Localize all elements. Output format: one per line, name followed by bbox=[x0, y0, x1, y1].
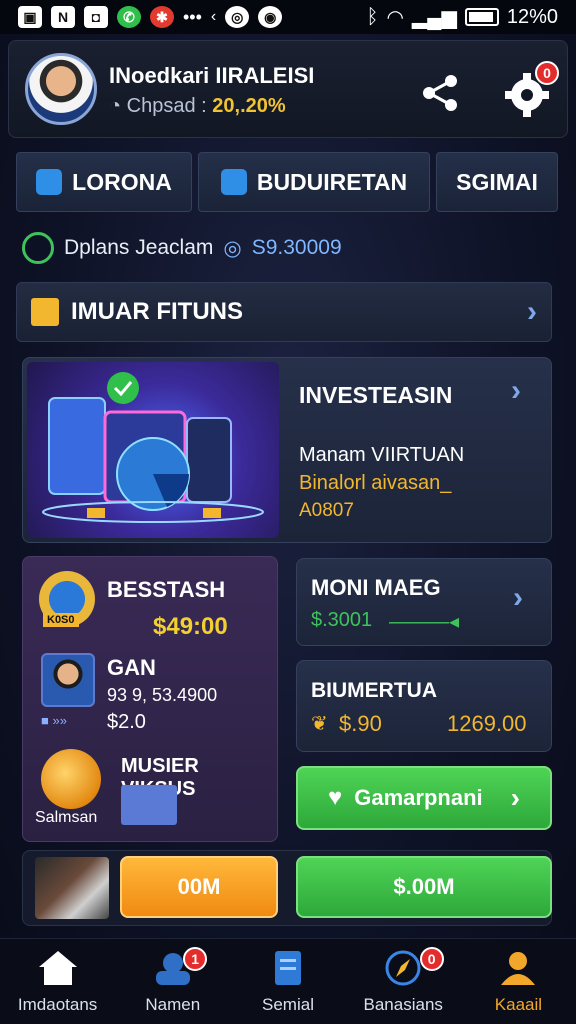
signal-icon: ‹ bbox=[210, 8, 217, 25]
notification-icon: ▣ bbox=[18, 6, 42, 28]
arrow-left-icon: ———◂ bbox=[389, 611, 460, 633]
tab-label: BUDUIRETAN bbox=[256, 168, 408, 195]
status-time: 12%0 bbox=[506, 5, 558, 28]
profile-stat-value: 20,.20% bbox=[212, 95, 286, 117]
medal-label: K0S0 bbox=[43, 613, 79, 627]
nav-badge: 0 bbox=[419, 947, 444, 971]
nav-label: Imdaotans bbox=[17, 994, 98, 1014]
nav-label: Banasians bbox=[363, 994, 443, 1014]
card2-value-left: $.90 bbox=[339, 711, 382, 736]
green-button-label: Gamarpnani bbox=[354, 785, 483, 810]
nav-item-namen[interactable]: 1 Namen bbox=[115, 939, 230, 1024]
item1-value: $49:00 bbox=[153, 613, 228, 640]
heart-icon: ♥ bbox=[328, 784, 343, 811]
nav-label: Semial bbox=[262, 994, 314, 1014]
item2-line: 93 9, 53.4900 bbox=[107, 685, 218, 705]
coin-icon: ◎ bbox=[223, 236, 242, 260]
chevron-right-icon: › bbox=[527, 295, 537, 328]
nav-label: Namen bbox=[145, 994, 201, 1014]
balance-value: S9.30009 bbox=[251, 236, 342, 259]
profile-icon bbox=[501, 951, 536, 985]
camera-icon bbox=[220, 169, 247, 195]
orange-button[interactable]: 00M bbox=[120, 856, 278, 918]
tab-buduiretan[interactable]: BUDUIRETAN bbox=[198, 152, 430, 212]
invest-line2: Binalorl aivasan_ bbox=[299, 472, 452, 494]
tab-label: SGIMAI bbox=[456, 168, 538, 195]
card1-value: $.3001 bbox=[311, 609, 373, 631]
balance-row: Dplans Jeaclam ◎ S9.30009 bbox=[22, 232, 342, 264]
avatar bbox=[41, 653, 95, 707]
chevron-right-icon: › bbox=[510, 782, 520, 813]
netflix-icon: N bbox=[51, 6, 75, 28]
bluetooth-icon: ᛒ bbox=[366, 5, 379, 28]
arrows-icon: ■ »» bbox=[41, 713, 67, 728]
invest-illustration bbox=[27, 362, 279, 538]
invest-line3: A0807 bbox=[299, 500, 354, 521]
item2-title: GAN bbox=[107, 655, 156, 680]
features-banner[interactable]: IMUAR FITUNS › bbox=[16, 282, 552, 342]
gamarpnani-button[interactable]: ♥ Gamarpnani › bbox=[296, 766, 552, 830]
item3-caption: Salmsan bbox=[35, 809, 98, 826]
moni-card[interactable]: MONI MAEG $.3001 ———◂ › bbox=[296, 558, 552, 646]
wifi-icon: ◠ bbox=[386, 6, 404, 29]
nav-label: Kaaail bbox=[494, 994, 543, 1014]
card1-title: MONI MAEG bbox=[311, 575, 441, 600]
status-bar: ▣ N ◘ ✆ ✱ ••• ‹ ◎ ◉ ᛒ ◠ ▂▄▆ 12%0 bbox=[0, 0, 576, 34]
biumertua-card[interactable]: BIUMERTUA ❦ $.90 1269.00 bbox=[296, 660, 552, 752]
more-dots-icon: ••• bbox=[183, 6, 202, 27]
home-icon bbox=[38, 950, 77, 985]
checkbox-icon bbox=[31, 298, 59, 326]
avatar[interactable] bbox=[25, 53, 97, 125]
nav-item-banasians[interactable]: 0 Banasians bbox=[346, 939, 461, 1024]
sync-icon: ◎ bbox=[225, 6, 250, 28]
cell-signal-icon: ▂▄▆ bbox=[411, 6, 457, 29]
phones-illustration bbox=[42, 372, 264, 523]
vpn-icon: ◉ bbox=[258, 6, 283, 28]
id-card-icon bbox=[121, 785, 177, 825]
banner-title: IMUAR FITUNS bbox=[71, 298, 243, 325]
whatsapp-icon: ✆ bbox=[117, 6, 141, 28]
card2-value-right: 1269.00 bbox=[447, 711, 527, 736]
tab-label: LORONA bbox=[72, 168, 172, 195]
bottom-nav: Imdaotans 1 Namen Semial 0 Banasians Kaa… bbox=[0, 938, 576, 1024]
green-action-button[interactable]: $.00M bbox=[296, 856, 552, 918]
tab-lorona[interactable]: LORONA bbox=[16, 152, 192, 212]
settings-button[interactable]: 0 bbox=[505, 61, 559, 117]
game-thumbnail[interactable] bbox=[35, 857, 109, 919]
item2-value: $2.0 bbox=[107, 711, 146, 733]
nav-item-home[interactable]: Imdaotans bbox=[0, 939, 115, 1024]
chevron-right-icon: › bbox=[511, 374, 521, 407]
invest-line1: Manam VIIRTUAN bbox=[299, 444, 465, 466]
chat-icon bbox=[36, 169, 63, 195]
coin-icon: ❦ bbox=[311, 713, 328, 735]
document-icon bbox=[275, 950, 301, 985]
app-icon: ◘ bbox=[84, 6, 108, 28]
profile-stat: ◔ Chpsad : 20,.20% bbox=[109, 95, 286, 118]
card2-title: BIUMERTUA bbox=[311, 679, 437, 702]
share-icon[interactable] bbox=[421, 73, 461, 113]
tab-sgimai[interactable]: SGIMAI bbox=[436, 152, 558, 212]
nav-item-semial[interactable]: Semial bbox=[230, 939, 345, 1024]
chevron-right-icon: › bbox=[513, 581, 523, 614]
left-panel: K0S0 BESSTASH $49:00 GAN 93 9, 53.4900 ■… bbox=[22, 556, 278, 842]
item1-title: BESSTASH bbox=[107, 577, 226, 602]
invest-card[interactable]: INVESTEASIN › Manam VIIRTUAN Binalorl ai… bbox=[22, 357, 552, 543]
nav-badge: 1 bbox=[183, 947, 208, 971]
alert-icon: ✱ bbox=[150, 6, 174, 28]
clock-icon: ◔ bbox=[109, 95, 122, 117]
profile-name: INoedkari IIRALEISI bbox=[109, 63, 315, 88]
settings-badge: 0 bbox=[535, 61, 559, 85]
wallet-icon bbox=[22, 232, 54, 264]
profile-card: INoedkari IIRALEISI ◔ Chpsad : 20,.20% 0 bbox=[8, 40, 568, 138]
battery-icon bbox=[464, 8, 499, 26]
compass-icon bbox=[385, 950, 421, 985]
profile-stat-label: Chpsad : bbox=[126, 95, 207, 117]
balance-label: Dplans Jeaclam bbox=[64, 236, 214, 259]
nav-item-kaaail[interactable]: Kaaail bbox=[461, 939, 576, 1024]
coin-icon bbox=[41, 749, 101, 809]
invest-title: INVESTEASIN bbox=[299, 382, 453, 408]
